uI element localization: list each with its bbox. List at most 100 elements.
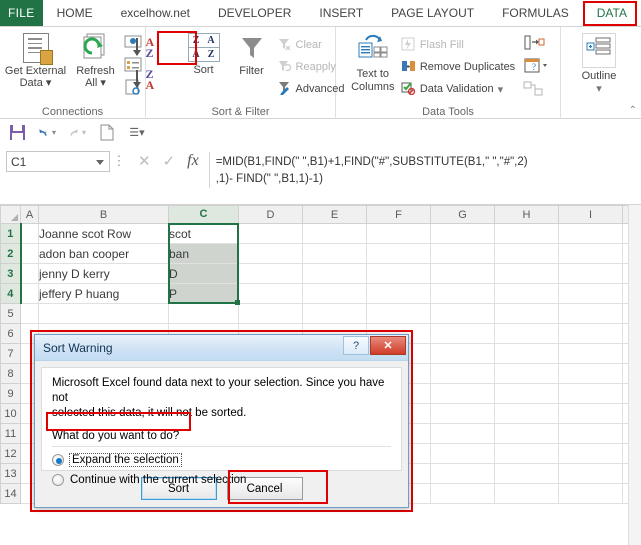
advanced-filter-button[interactable]: Advanced [277,78,344,100]
row-header-6[interactable]: 6 [0,323,21,344]
save-icon[interactable] [8,124,26,142]
cell-a2[interactable] [20,243,39,264]
select-all-corner[interactable] [0,205,21,224]
cell-h3[interactable] [494,263,559,284]
cell-g14[interactable] [430,483,495,504]
consolidate-icon[interactable] [523,34,551,54]
cell-g3[interactable] [430,263,495,284]
cell-i10[interactable] [558,403,623,424]
help-button[interactable]: ? [343,336,369,355]
cell-h14[interactable] [494,483,559,504]
column-header-b[interactable]: B [38,205,169,224]
cell-g6[interactable] [430,323,495,344]
enter-formula-icon[interactable]: ✓ [163,152,176,170]
cell-i6[interactable] [558,323,623,344]
cell-i11[interactable] [558,423,623,444]
cell-i2[interactable] [558,243,623,264]
reapply-filter-button[interactable]: Reapply [277,56,345,78]
cell-e2[interactable] [302,243,367,264]
name-box-chevron-down-icon[interactable] [96,160,104,165]
get-external-data-button[interactable]: Get External Data ▾ [3,31,69,90]
cell-f5[interactable] [366,303,431,324]
tab-excelhow-net[interactable]: excelhow.net [107,0,204,26]
cell-b1[interactable]: Joanne scot Row [38,223,169,244]
column-header-c[interactable]: C [168,205,239,225]
cell-c2[interactable]: ban [168,243,239,264]
column-header-e[interactable]: E [302,205,367,224]
column-header-h[interactable]: H [494,205,559,224]
cell-a1[interactable] [20,223,39,244]
cell-h7[interactable] [494,343,559,364]
cell-h13[interactable] [494,463,559,484]
cell-h11[interactable] [494,423,559,444]
cell-f1[interactable] [366,223,431,244]
name-box[interactable]: C1 [6,151,110,172]
cell-f2[interactable] [366,243,431,264]
row-header-3[interactable]: 3 [0,263,22,284]
cell-g13[interactable] [430,463,495,484]
cell-e4[interactable] [302,283,367,304]
tab-home[interactable]: HOME [43,0,107,26]
radio-continue-current-selection[interactable]: Continue with the current selection [52,472,391,487]
cell-g9[interactable] [430,383,495,404]
cell-d4[interactable] [238,283,303,304]
tab-file[interactable]: FILE [0,0,43,26]
cell-h8[interactable] [494,363,559,384]
row-header-2[interactable]: 2 [0,243,22,264]
cell-i3[interactable] [558,263,623,284]
cell-h4[interactable] [494,283,559,304]
tab-page-layout[interactable]: PAGE LAYOUT [377,0,488,26]
sort-dialog-button[interactable]: Z A A Z Sort [181,31,227,76]
tab-insert[interactable]: INSERT [305,0,377,26]
filter-button[interactable]: Filter [227,31,277,77]
cell-g11[interactable] [430,423,495,444]
cell-b2[interactable]: adon ban cooper [38,243,169,264]
row-header-8[interactable]: 8 [0,363,21,384]
cell-c4[interactable]: P [168,283,239,304]
cell-i8[interactable] [558,363,623,384]
column-header-d[interactable]: D [238,205,303,224]
data-validation-caret-icon[interactable]: ▾ [498,83,504,96]
cell-c5[interactable] [168,303,239,324]
collapse-ribbon-icon[interactable]: ⌃ [629,105,637,116]
cell-h5[interactable] [494,303,559,324]
cell-d1[interactable] [238,223,303,244]
cell-g8[interactable] [430,363,495,384]
cell-i9[interactable] [558,383,623,404]
cancel-formula-icon[interactable]: ✕ [138,152,151,170]
cell-c1[interactable]: scot [168,223,239,244]
tab-developer[interactable]: DEVELOPER [204,0,305,26]
column-header-i[interactable]: I [558,205,623,224]
cell-i12[interactable] [558,443,623,464]
row-header-5[interactable]: 5 [0,303,21,324]
undo-icon[interactable]: ▾ [38,124,56,142]
cell-g10[interactable] [430,403,495,424]
cell-a3[interactable] [20,263,39,284]
cell-g7[interactable] [430,343,495,364]
cell-g2[interactable] [430,243,495,264]
cell-d5[interactable] [238,303,303,324]
row-header-9[interactable]: 9 [0,383,21,404]
cell-i5[interactable] [558,303,623,324]
what-if-analysis-icon[interactable]: ? [523,57,551,77]
radio-expand-the-selection[interactable]: Expand the selection [52,452,391,467]
sort-ascending-button[interactable]: A Z [133,35,176,63]
tab-data[interactable]: DATA [583,0,641,26]
cell-h12[interactable] [494,443,559,464]
refresh-all-button[interactable]: Refresh All ▾ [69,31,123,90]
cell-h2[interactable] [494,243,559,264]
cell-g5[interactable] [430,303,495,324]
cell-g4[interactable] [430,283,495,304]
customize-qat-icon[interactable]: ☰▾ [128,124,146,142]
sort-descending-button[interactable]: Z A [133,67,176,93]
radio-expand-icon[interactable] [52,453,64,466]
column-header-g[interactable]: G [430,205,495,224]
outline-button[interactable]: Outline ▾ [568,31,630,95]
column-header-f[interactable]: F [366,205,431,224]
outline-caret-icon[interactable]: ▾ [596,83,602,95]
cell-e3[interactable] [302,263,367,284]
row-header-1[interactable]: 1 [0,223,22,244]
close-icon[interactable]: ✕ [370,336,406,355]
formula-input[interactable]: =MID(B1,FIND(" ",B1)+1,FIND("#",SUBSTITU… [208,152,627,188]
flash-fill-button[interactable]: Flash Fill [401,34,515,56]
